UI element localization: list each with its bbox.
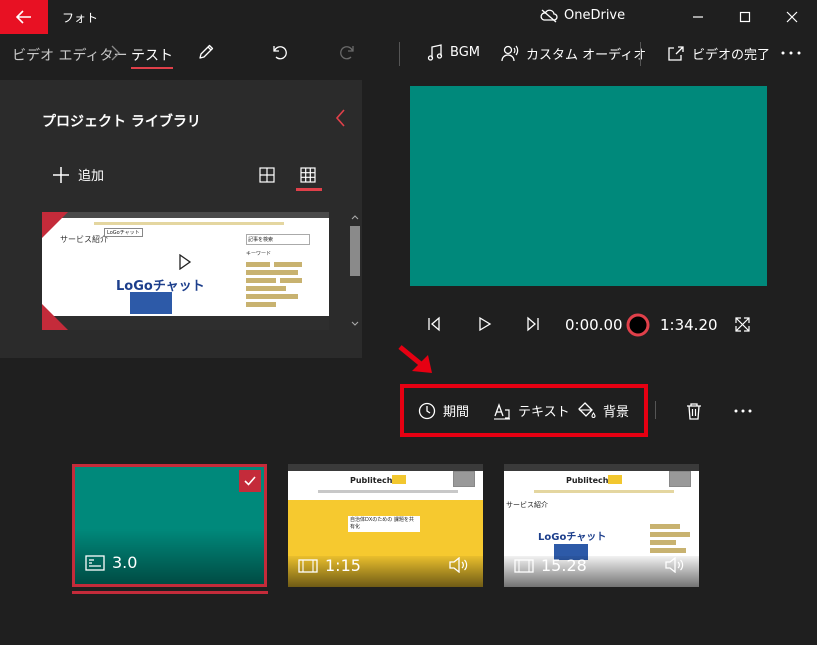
toolbar-separator [640, 42, 641, 66]
custom-audio-label: カスタム オーディオ [526, 48, 647, 63]
grid-large-icon [259, 167, 275, 183]
minimize-button[interactable] [675, 0, 721, 34]
onedrive-label: OneDrive [564, 8, 626, 23]
play-button[interactable] [478, 316, 492, 332]
annotation-arrow-icon [398, 345, 432, 373]
storyboard-card[interactable]: 3.0 [72, 464, 267, 587]
collapse-library-button[interactable] [336, 109, 346, 127]
close-button[interactable] [769, 0, 815, 34]
view-selected-indicator [296, 188, 322, 191]
storyboard-card[interactable]: Publitech 自治体DXのための 課題を共有化 1:15 [288, 464, 483, 587]
onedrive-status[interactable]: OneDrive [540, 8, 625, 23]
music-note-icon [427, 44, 443, 61]
clip-checkbox[interactable] [453, 471, 475, 487]
more-horizontal-icon [781, 51, 801, 55]
library-title: プロジェクト ライブラリ [42, 114, 201, 130]
volume-icon[interactable] [665, 557, 685, 573]
total-time: 1:34.20 [660, 316, 718, 334]
video-preview[interactable] [410, 86, 767, 286]
library-media-thumbnail[interactable]: サービス紹介 LoGoチャット LoGoチャット 記事を検索 キーワード [42, 212, 329, 330]
back-button[interactable] [0, 0, 48, 34]
clip-logo: LoGoチャット [538, 532, 607, 543]
bgm-label: BGM [450, 45, 480, 60]
more-horizontal-icon [734, 409, 752, 413]
clip-more-button[interactable] [734, 409, 752, 413]
check-icon [244, 476, 256, 486]
breadcrumb-underline [131, 67, 173, 69]
step-back-icon [428, 316, 440, 332]
site-brand: Publitech [350, 476, 393, 485]
more-options-button[interactable] [781, 51, 801, 55]
small-grid-view-button[interactable] [300, 167, 316, 183]
delete-button[interactable] [686, 402, 702, 420]
chevron-right-icon [111, 45, 120, 61]
finish-video-button[interactable]: ビデオの完了 [667, 44, 770, 63]
large-grid-view-button[interactable] [259, 167, 275, 183]
card-duration-label: 15.28 [541, 556, 587, 575]
plus-icon [53, 166, 69, 183]
action-separator [655, 401, 656, 419]
annotation-highlight-box [400, 384, 648, 437]
redo-button[interactable] [339, 43, 357, 61]
trash-icon [687, 403, 701, 420]
add-media-label: 追加 [78, 169, 105, 184]
current-time: 0:00.00 [565, 316, 623, 334]
fullscreen-button[interactable] [735, 317, 750, 332]
step-forward-icon [527, 316, 539, 332]
selected-card-indicator [72, 591, 268, 594]
card-duration-label: 1:15 [325, 556, 361, 575]
person-voice-icon [501, 45, 519, 62]
card-duration-label: 3.0 [112, 553, 138, 572]
custom-audio-button[interactable]: カスタム オーディオ [501, 44, 646, 63]
undo-button[interactable] [270, 43, 288, 61]
maximize-icon [739, 11, 751, 23]
next-frame-button[interactable] [526, 316, 540, 332]
storyboard-card[interactable]: Publitech サービス紹介 LoGoチャット 15.28 [504, 464, 699, 587]
maximize-button[interactable] [722, 0, 768, 34]
clip-section-title: サービス紹介 [506, 501, 548, 509]
previous-frame-button[interactable] [427, 316, 441, 332]
seek-thumb-icon [626, 313, 650, 337]
finish-video-label: ビデオの完了 [692, 48, 771, 63]
volume-icon[interactable] [449, 557, 469, 573]
film-icon [514, 558, 534, 573]
undo-icon [273, 46, 287, 60]
arrow-left-icon [16, 10, 31, 24]
close-icon [786, 11, 798, 23]
bgm-button[interactable]: BGM [427, 44, 480, 61]
toolbar-separator [399, 42, 400, 66]
export-icon [668, 46, 684, 61]
rename-button[interactable] [197, 43, 215, 61]
card-duration: 1:15 [298, 556, 361, 575]
scroll-down-icon [351, 321, 359, 326]
title-card-icon [85, 554, 105, 571]
card-duration: 3.0 [85, 553, 137, 572]
seek-slider[interactable] [626, 313, 650, 337]
play-icon [479, 316, 492, 332]
scrollbar-thumb[interactable] [350, 226, 360, 276]
breadcrumb-current[interactable]: テスト [131, 45, 173, 65]
scroll-up-icon [351, 215, 359, 220]
app-title: フォト [62, 11, 99, 25]
add-media-button[interactable]: 追加 [52, 165, 104, 184]
library-scrollbar[interactable] [349, 212, 361, 330]
card-duration: 15.28 [514, 556, 587, 575]
play-overlay-icon [179, 254, 192, 270]
film-icon [298, 558, 318, 573]
expand-icon [735, 317, 750, 332]
minimize-icon [693, 16, 703, 18]
chevron-left-icon [336, 109, 345, 127]
cloud-off-icon [540, 9, 558, 22]
pencil-icon [199, 44, 214, 59]
clip-checkbox[interactable] [669, 471, 691, 487]
thumb-corner-marks [42, 212, 68, 330]
redo-icon [340, 46, 354, 60]
clip-headline: 自治体DXのための 課題を共有化 [348, 516, 420, 532]
selected-checkbox[interactable] [239, 470, 261, 492]
grid-small-icon [300, 167, 316, 183]
site-brand: Publitech [566, 476, 609, 485]
